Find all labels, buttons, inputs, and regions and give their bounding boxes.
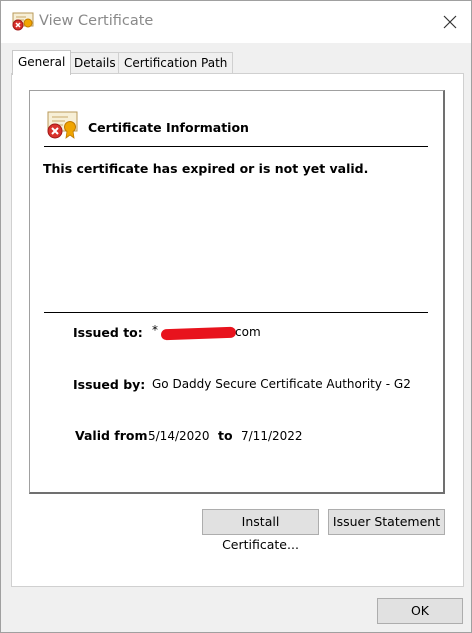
- ok-button[interactable]: OK: [377, 598, 463, 624]
- general-tab-panel: Certificate Information This certificate…: [11, 73, 464, 587]
- issuer-statement-button[interactable]: Issuer Statement: [328, 509, 445, 535]
- redaction-mark: [160, 326, 237, 341]
- issued-by-label: Issued by:: [73, 377, 146, 392]
- certificate-error-icon: [47, 111, 78, 139]
- valid-to-label: to: [218, 428, 233, 443]
- issued-to-label: Issued to:: [73, 325, 143, 340]
- separator-top: [44, 146, 428, 147]
- valid-from-label: Valid from: [75, 428, 148, 443]
- close-icon[interactable]: [439, 11, 461, 33]
- issued-to-prefix: *: [152, 323, 158, 337]
- install-certificate-button[interactable]: Install Certificate...: [202, 509, 319, 552]
- title-bar: View Certificate: [1, 1, 471, 43]
- certificate-info-heading: Certificate Information: [88, 120, 249, 135]
- tab-details[interactable]: Details: [68, 52, 122, 74]
- valid-from-value: 5/14/2020: [148, 429, 210, 443]
- tab-general[interactable]: General: [12, 50, 72, 75]
- certificate-info-box: Certificate Information This certificate…: [29, 90, 445, 494]
- valid-to-value: 7/11/2022: [241, 429, 303, 443]
- window-title: View Certificate: [39, 13, 154, 29]
- tab-certification-path[interactable]: Certification Path: [118, 52, 234, 74]
- status-message: This certificate has expired or is not y…: [43, 161, 369, 176]
- certificate-dialog: View Certificate General Details Certifi…: [0, 0, 472, 633]
- issued-to-value: com: [235, 325, 261, 339]
- separator-middle: [44, 312, 428, 313]
- certificate-error-icon: [12, 12, 34, 31]
- issued-by-value: Go Daddy Secure Certificate Authority - …: [152, 377, 411, 391]
